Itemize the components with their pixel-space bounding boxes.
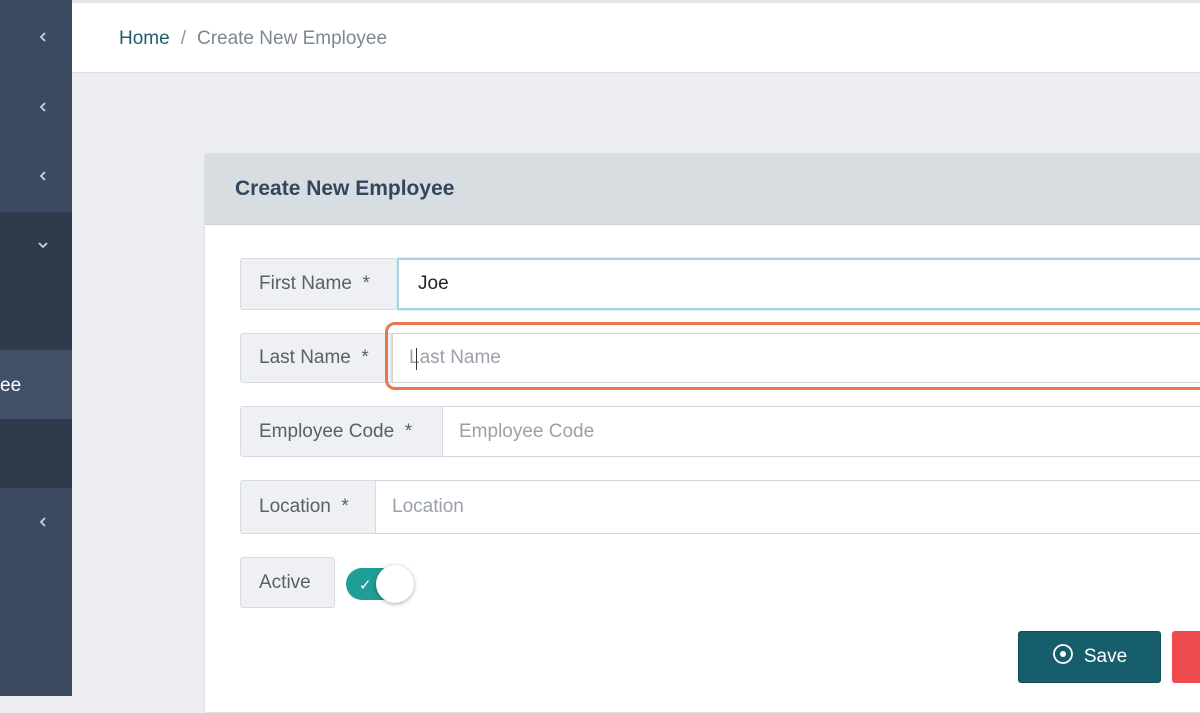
location-input[interactable]: [376, 480, 1200, 534]
chevron-left-icon: [36, 169, 50, 183]
chevron-down-icon: [36, 238, 50, 252]
card-title: Create New Employee: [235, 177, 455, 200]
active-toggle[interactable]: ✓: [346, 565, 416, 603]
employee-code-row: Employee Code *: [240, 406, 1200, 457]
active-label: Active: [240, 557, 335, 608]
first-name-row: First Name *: [240, 258, 1200, 310]
save-icon: [1052, 643, 1074, 671]
first-name-input[interactable]: [397, 258, 1200, 310]
focus-highlight: [385, 322, 1200, 390]
sidebar-item-2[interactable]: [0, 72, 72, 142]
create-employee-card: Create New Employee First Name * Last Na…: [204, 153, 1200, 713]
card-header: Create New Employee: [205, 154, 1200, 225]
sidebar: ee: [0, 0, 72, 696]
first-name-label: First Name *: [240, 258, 397, 310]
employee-code-label: Employee Code *: [240, 406, 443, 457]
breadcrumb-separator: /: [180, 28, 186, 49]
save-button-label: Save: [1083, 646, 1128, 667]
text-caret: [416, 348, 417, 370]
sidebar-item-3[interactable]: [0, 142, 72, 212]
sidebar-subitem-label: ee: [0, 375, 22, 396]
location-label: Location *: [240, 480, 376, 534]
breadcrumb-home-link[interactable]: Home: [119, 28, 170, 50]
check-icon: ✓: [359, 577, 372, 594]
sidebar-subitem-employee[interactable]: ee: [0, 350, 72, 419]
toggle-knob: [376, 565, 414, 603]
sidebar-item-5[interactable]: [0, 488, 72, 558]
save-button[interactable]: Save: [1018, 631, 1161, 683]
active-row: Active: [240, 557, 335, 608]
employee-code-input[interactable]: [443, 406, 1200, 457]
cancel-button[interactable]: [1172, 631, 1200, 683]
sidebar-item-1[interactable]: [0, 0, 72, 72]
header-bar: Home / Create New Employee: [72, 3, 1200, 73]
location-row: Location *: [240, 480, 1200, 534]
chevron-left-icon: [36, 100, 50, 114]
last-name-label: Last Name *: [240, 333, 392, 383]
chevron-left-icon: [36, 30, 50, 44]
chevron-left-icon: [36, 515, 50, 529]
breadcrumb-current: Create New Employee: [196, 28, 388, 49]
breadcrumb: Home / Create New Employee: [119, 28, 387, 50]
